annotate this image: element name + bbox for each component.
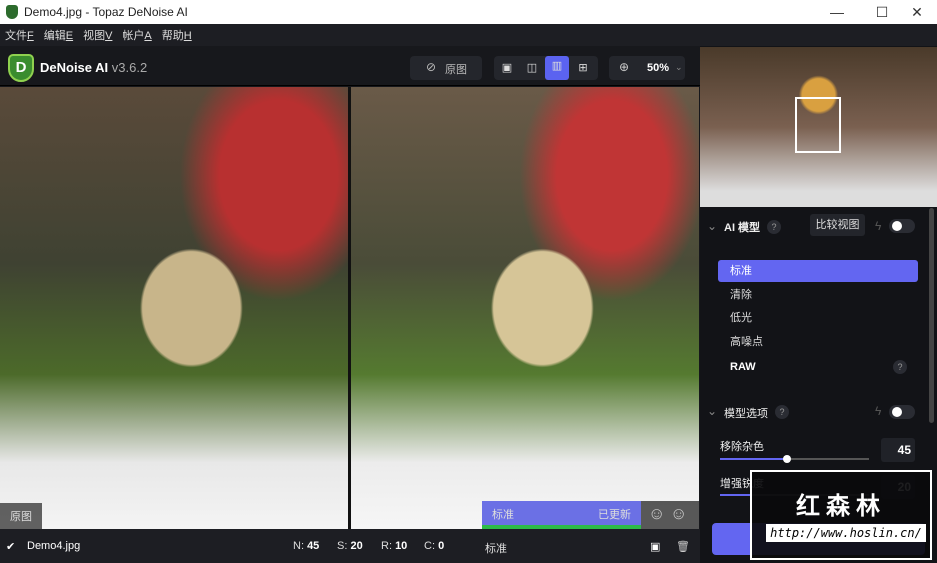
- model-clear[interactable]: 清除: [718, 284, 918, 306]
- app-logo: D: [8, 54, 34, 82]
- status-bar: ✔ Demo4.jpg N: 45 S: 20 R: 10 C: 0 标准 ▣ …: [0, 529, 700, 563]
- trash-icon[interactable]: 🗑: [676, 540, 690, 553]
- slider-fill: [720, 494, 750, 496]
- single-view-icon[interactable]: ▣: [497, 58, 517, 78]
- watermark-url: http://www.hoslin.cn/: [766, 524, 926, 542]
- menu-label: 视图: [83, 30, 106, 42]
- app-icon: [6, 5, 18, 19]
- help-icon[interactable]: ?: [775, 405, 789, 419]
- slider-thumb[interactable]: [783, 455, 792, 463]
- model-raw[interactable]: RAW: [718, 356, 918, 378]
- title-bar: Demo4.jpg - Topaz DeNoise AI — ☐ ✕: [0, 0, 937, 24]
- navigator-viewport[interactable]: [795, 97, 841, 153]
- side-by-side-view-icon[interactable]: ▥: [545, 56, 569, 80]
- menu-key: E: [65, 30, 74, 42]
- lightning-icon: ϟ: [875, 219, 882, 233]
- stat-label: C:: [424, 540, 435, 552]
- slider-fill: [720, 458, 788, 460]
- processed-image-preview[interactable]: 标准 已更新 ☺ ☺: [351, 87, 699, 529]
- menu-key: A: [144, 30, 152, 42]
- close-button[interactable]: ✕: [897, 0, 937, 24]
- neutral-face-icon[interactable]: ☺: [670, 504, 687, 524]
- zoom-value: 50%: [647, 62, 670, 74]
- stat-label: R:: [381, 540, 392, 552]
- color-stat: C: 0: [424, 540, 444, 552]
- stat-label: N:: [293, 540, 304, 552]
- app-name: DeNoise AI v3.6.2: [40, 60, 147, 75]
- toolbar: D DeNoise AI v3.6.2 ⊘ 原图 ▣ ◫ ▥ ⊞ ⊕ 50% ⌄: [0, 46, 700, 86]
- model-low-light[interactable]: 低光: [718, 307, 918, 329]
- file-name[interactable]: Demo4.jpg: [27, 540, 80, 552]
- navigator-thumbnail[interactable]: [700, 47, 937, 207]
- sharpen-stat: S: 20: [337, 540, 363, 552]
- stat-value: 20: [350, 540, 363, 552]
- menu-account[interactable]: 帐户A: [122, 27, 151, 43]
- update-status: 已更新: [598, 509, 631, 521]
- app-version: v3.6.2: [111, 60, 148, 75]
- menu-key: H: [183, 30, 192, 42]
- menu-edit[interactable]: 编辑E: [44, 27, 73, 43]
- chevron-down-icon: ⌄: [675, 62, 683, 72]
- remove-noise-label: 移除杂色: [720, 441, 764, 453]
- split-view-icon[interactable]: ◫: [522, 58, 542, 78]
- quad-view-icon[interactable]: ⊞: [573, 58, 593, 78]
- help-icon[interactable]: ?: [893, 360, 907, 374]
- menu-label: 文件: [5, 30, 27, 42]
- chevron-down-icon[interactable]: ⌄: [707, 219, 717, 233]
- menu-bar: 文件F 编辑E 视图V 帐户A 帮助H: [0, 24, 937, 46]
- zoom-dropdown[interactable]: ⊕ 50% ⌄: [609, 56, 685, 80]
- model-options-toggle[interactable]: [889, 405, 915, 419]
- eye-off-icon: ⊘: [426, 60, 437, 74]
- watermark: 红森林 http://www.hoslin.cn/: [750, 470, 932, 560]
- model-status: 标准 已更新: [482, 501, 641, 525]
- lightning-icon: ϟ: [875, 404, 882, 418]
- maximize-button[interactable]: ☐: [862, 0, 902, 24]
- menu-key: V: [105, 30, 113, 42]
- menu-key: F: [27, 30, 34, 42]
- ai-model-toggle[interactable]: [889, 219, 915, 233]
- recover-stat: R: 10: [381, 540, 407, 552]
- panel-scrollbar[interactable]: [929, 208, 934, 423]
- menu-label: 帐户: [122, 30, 145, 42]
- minimize-button[interactable]: —: [817, 0, 857, 24]
- menu-file[interactable]: 文件F: [5, 27, 34, 43]
- zoom-icon: ⊕: [619, 60, 630, 74]
- menu-label: 帮助: [161, 30, 184, 42]
- view-mode-group: ▣ ◫ ▥ ⊞: [494, 56, 598, 80]
- original-image-preview[interactable]: 原图: [0, 87, 348, 529]
- menu-view[interactable]: 视图V: [83, 27, 112, 43]
- watermark-title: 红森林: [796, 493, 886, 520]
- preview-status-bar: 标准 已更新 ☺ ☺: [482, 501, 699, 529]
- menu-help[interactable]: 帮助H: [162, 27, 192, 43]
- window-title: Demo4.jpg - Topaz DeNoise AI: [24, 5, 188, 19]
- chevron-down-icon[interactable]: ⌄: [707, 404, 717, 418]
- remove-noise-slider[interactable]: [720, 458, 869, 460]
- stat-value: 0: [438, 540, 445, 552]
- stat-label: S:: [337, 540, 348, 552]
- image-icon[interactable]: ▣: [650, 540, 660, 553]
- help-icon[interactable]: ?: [767, 220, 781, 234]
- original-label: 原图: [445, 64, 467, 76]
- original-toggle-button[interactable]: ⊘ 原图: [410, 56, 482, 80]
- smile-icon[interactable]: ☺: [648, 504, 665, 524]
- original-tag: 原图: [0, 503, 42, 529]
- model-severe-noise[interactable]: 高噪点: [718, 331, 918, 353]
- ai-model-title: AI 模型: [724, 222, 761, 234]
- stat-value: 10: [395, 540, 408, 552]
- app-name-text: DeNoise AI: [40, 60, 109, 75]
- model-name: 标准: [492, 509, 514, 521]
- model-standard[interactable]: 标准: [718, 260, 918, 282]
- checkmark-icon[interactable]: ✔: [6, 540, 15, 553]
- compare-view-button[interactable]: 比较视图: [810, 214, 865, 236]
- status-model: 标准: [485, 543, 507, 555]
- remove-noise-value[interactable]: 45: [881, 438, 915, 462]
- stat-value: 45: [307, 540, 320, 552]
- noise-stat: N: 45: [293, 540, 319, 552]
- model-options-title: 模型选项: [724, 408, 768, 420]
- menu-label: 编辑: [43, 30, 66, 42]
